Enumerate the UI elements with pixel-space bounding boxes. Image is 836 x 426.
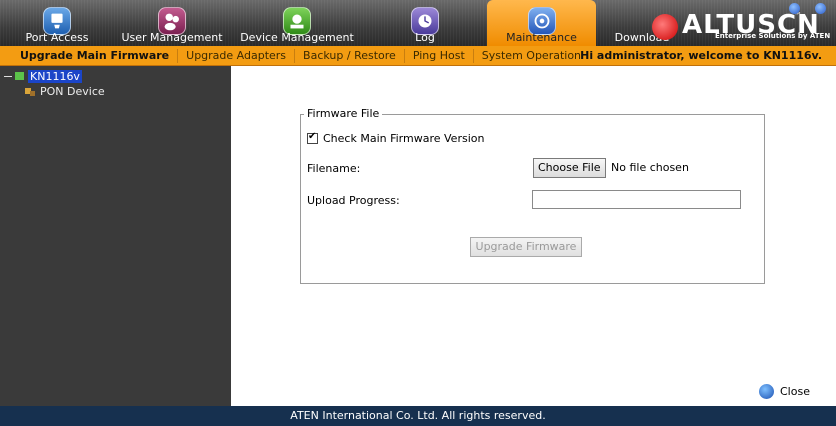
nav-label: Port Access xyxy=(25,31,89,44)
main-content: Firmware File Check Main Firmware Versio… xyxy=(231,66,836,406)
server-icon xyxy=(15,72,24,80)
nav-device-management[interactable]: Device Management xyxy=(232,0,362,46)
brand-tagline: Enterprise Solutions by ATEN xyxy=(715,32,831,40)
tree-child[interactable]: PON Device xyxy=(24,84,105,98)
tab-upgrade-adapters[interactable]: Upgrade Adapters xyxy=(178,48,296,63)
tree-collapse-icon[interactable] xyxy=(4,75,12,77)
fieldset-legend: Firmware File xyxy=(304,107,383,120)
tab-backup-restore[interactable]: Backup / Restore xyxy=(295,48,405,63)
check-firmware-version[interactable]: Check Main Firmware Version xyxy=(307,131,485,145)
nav-log[interactable]: Log xyxy=(395,0,455,46)
close-label: Close xyxy=(780,385,810,398)
help-icon[interactable] xyxy=(789,3,800,14)
tree-root[interactable]: KN1116v xyxy=(4,69,82,83)
upload-progress-label: Upload Progress: xyxy=(307,194,400,207)
tab-system-operation[interactable]: System Operation xyxy=(474,49,589,63)
tab-ping-host[interactable]: Ping Host xyxy=(405,48,474,63)
file-status: No file chosen xyxy=(611,161,689,174)
close-button[interactable]: Close xyxy=(759,384,810,399)
nav-label: Maintenance xyxy=(506,31,577,44)
tree-child-label: PON Device xyxy=(40,84,105,98)
filename-label: Filename: xyxy=(307,162,361,175)
footer: ATEN International Co. Ltd. All rights r… xyxy=(0,406,836,426)
nav-label: Device Management xyxy=(240,31,354,44)
device-tree-panel: KN1116v PON Device xyxy=(0,66,231,406)
upgrade-firmware-button[interactable]: Upgrade Firmware xyxy=(470,237,582,257)
tree-root-label: KN1116v xyxy=(28,69,82,83)
check-firmware-label: Check Main Firmware Version xyxy=(323,132,485,145)
tab-upgrade-main-firmware[interactable]: Upgrade Main Firmware xyxy=(0,48,179,63)
choose-file-button[interactable]: Choose File xyxy=(533,158,606,178)
nav-maintenance[interactable]: Maintenance xyxy=(487,0,596,46)
welcome-message: Hi administrator, welcome to KN1116v. xyxy=(580,49,822,62)
upload-progress-bar xyxy=(532,190,741,209)
pon-device-icon xyxy=(25,87,35,96)
close-icon xyxy=(759,384,774,399)
check-firmware-checkbox[interactable] xyxy=(307,131,318,144)
nav-label: Log xyxy=(415,31,435,44)
nav-user-management[interactable]: User Management xyxy=(112,0,232,46)
nav-port-access[interactable]: Port Access xyxy=(22,0,92,46)
brand-mark-icon xyxy=(652,14,678,40)
sub-nav-bar: Upgrade Main Firmware Upgrade Adapters B… xyxy=(0,46,836,66)
logout-icon[interactable] xyxy=(815,3,826,14)
nav-label: User Management xyxy=(121,31,223,44)
